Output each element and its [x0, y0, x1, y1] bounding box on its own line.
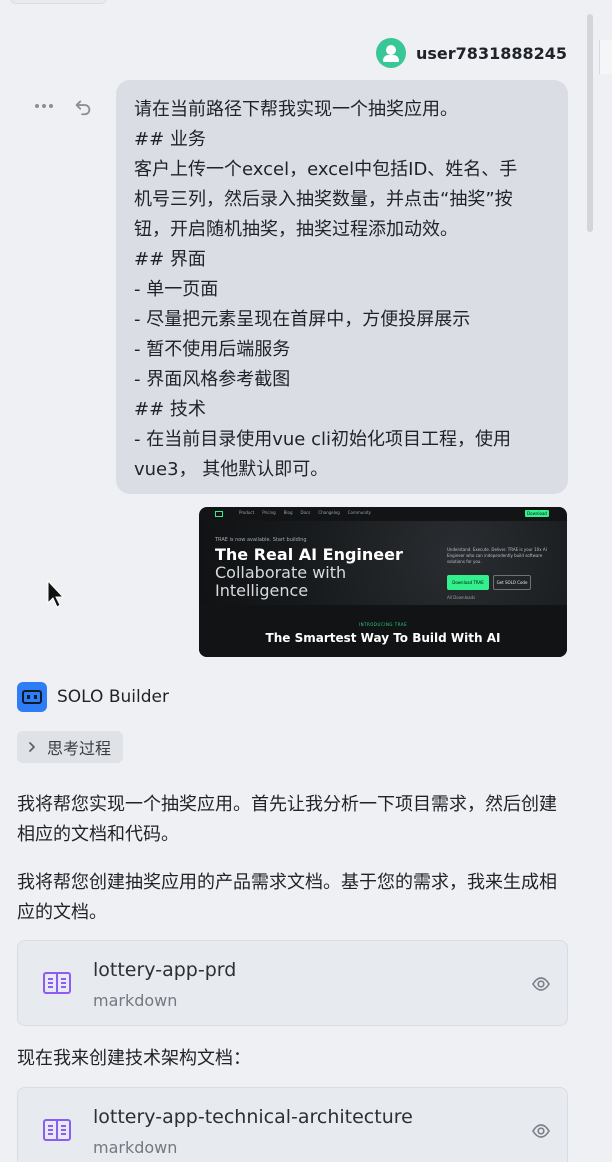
message-actions [32, 94, 94, 118]
right-pane-edge [599, 40, 612, 74]
thumbnail-nav-item: Pricing [262, 510, 276, 515]
user-message-bubble: 请在当前路径下帮我实现一个抽奖应用。 ## 业务 客户上传一个excel，exc… [116, 80, 568, 494]
user-avatar [376, 38, 407, 68]
thumbnail-primary-button: Download TRAE [447, 575, 489, 590]
thumbnail-lower-section: INTRODUCING TRAE The Smartest Way To Bui… [199, 605, 567, 657]
file-card-prd[interactable]: lottery-app-prd markdown [17, 940, 568, 1026]
thumbnail-secondary-button: Get SOLO Code [493, 575, 531, 590]
scrollbar-thumb[interactable] [587, 14, 593, 232]
thumbnail-title-tertiary: Intelligence [215, 581, 309, 600]
more-icon[interactable] [32, 94, 56, 118]
top-tab-stub [10, 0, 107, 4]
assistant-header: SOLO Builder [17, 682, 169, 712]
thumbnail-headline: The Smartest Way To Build With AI [265, 631, 501, 645]
cursor-icon [47, 580, 65, 608]
solo-builder-icon [17, 682, 47, 712]
assistant-name: SOLO Builder [57, 687, 169, 707]
thumbnail-announcement: TRAE is now available. Start building [215, 537, 307, 543]
document-icon [43, 972, 71, 994]
file-type: markdown [93, 991, 178, 1010]
thumbnail-nav-items: Product Pricing Blog Docs Changelog Comm… [239, 510, 371, 515]
thumbnail-nav-item: Blog [283, 510, 293, 515]
thumbnail-intro-tag: INTRODUCING TRAE [358, 622, 408, 627]
thumbnail-navbar: Product Pricing Blog Docs Changelog Comm… [199, 507, 567, 521]
thinking-process-label: 思考过程 [47, 739, 112, 758]
undo-icon[interactable] [72, 95, 94, 117]
thumbnail-nav-item: Product [239, 510, 255, 515]
username: user7831888245 [416, 43, 567, 63]
chat-page: user7831888245 请在当前路径下帮我实现一个抽奖应用。 ## 业务 … [0, 0, 612, 1162]
document-icon [43, 1119, 71, 1141]
eye-icon[interactable] [531, 974, 551, 994]
thumbnail-all-downloads-link: All Downloads [447, 595, 476, 600]
file-type: markdown [93, 1138, 178, 1157]
assistant-response-1: 我将帮您实现一个抽奖应用。首先让我分析一下项目需求，然后创建相应的文档和代码。 [17, 794, 557, 845]
thumbnail-hero: TRAE is now available. Start building Th… [199, 521, 567, 605]
user-message-header: user7831888245 [376, 38, 567, 68]
assistant-response-2: 我将帮您创建抽奖应用的产品需求文档。基于您的需求，我来生成相应的文档。 [17, 872, 557, 923]
trae-logo-icon [215, 511, 223, 517]
file-title: lottery-app-prd [93, 959, 237, 981]
thinking-process-toggle[interactable]: 思考过程 [17, 731, 124, 763]
reference-screenshot[interactable]: Product Pricing Blog Docs Changelog Comm… [199, 507, 567, 657]
file-card-technical-architecture[interactable]: lottery-app-technical-architecture markd… [17, 1087, 568, 1162]
eye-icon[interactable] [531, 1121, 551, 1141]
thumbnail-nav-item: Changelog [318, 510, 340, 515]
thumbnail-title-secondary: Collaborate with [215, 563, 347, 582]
thumbnail-download-button: Download [525, 510, 549, 517]
assistant-response-3: 现在我来创建技术架构文档： [17, 1048, 251, 1069]
thumbnail-copy: Understand. Execute. Deliver. TRAE is yo… [447, 547, 547, 564]
thumbnail-title-main: The Real AI Engineer [215, 545, 403, 564]
file-title: lottery-app-technical-architecture [93, 1106, 413, 1128]
chevron-right-icon [29, 742, 35, 752]
thumbnail-nav-item: Community [347, 510, 371, 515]
thumbnail-nav-item: Docs [300, 510, 311, 515]
